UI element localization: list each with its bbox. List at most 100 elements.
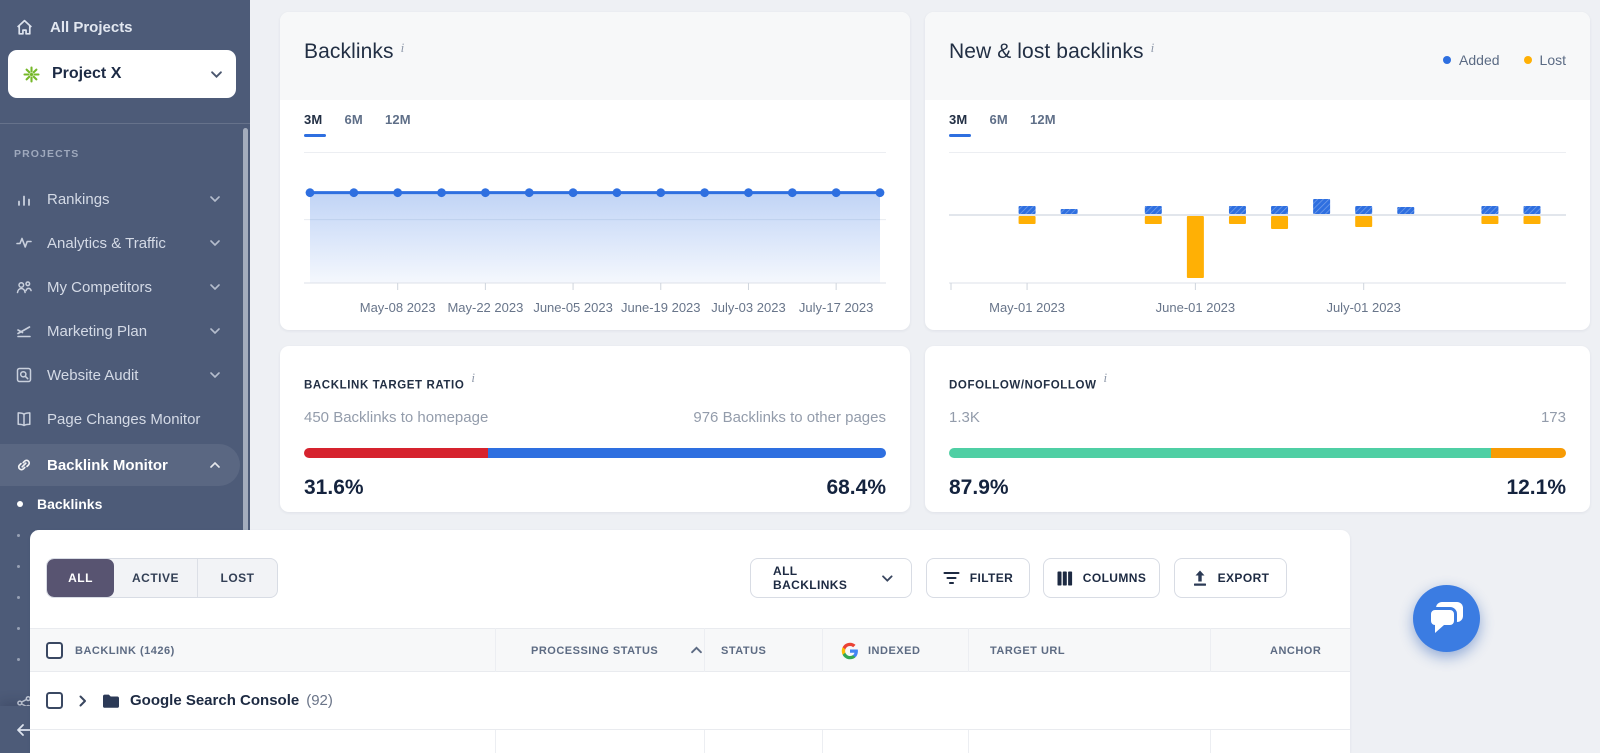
- sort-asc-icon[interactable]: [691, 646, 702, 654]
- segment-lost[interactable]: LOST: [198, 559, 277, 597]
- sidebar-item-marketing-plan[interactable]: Marketing Plan: [0, 310, 240, 352]
- lost-bar: [1481, 216, 1499, 224]
- new-lost-chart[interactable]: May-01 2023 June-01 2023 July-01 2023: [949, 160, 1566, 333]
- row-group-name: Google Search Console: [130, 692, 300, 709]
- bullet-icon: [17, 533, 20, 537]
- table-header: BACKLINK (1426) PROCESSING STATUS STATUS…: [30, 628, 1350, 672]
- added-bar: [1481, 206, 1499, 214]
- data-point: [700, 188, 710, 198]
- dofollow-percent: 87.9%: [949, 476, 1009, 500]
- tab-6m[interactable]: 6M: [344, 112, 362, 137]
- sidebar-item-my-competitors[interactable]: My Competitors: [0, 266, 240, 308]
- new-lost-card-title: New & lost backlinks: [949, 40, 1144, 63]
- dofollow-value: 1.3K: [949, 409, 980, 427]
- added-bar: [1060, 209, 1078, 214]
- project-name: Project X: [52, 65, 122, 82]
- lost-bar: [1228, 216, 1246, 224]
- added-bar: [1018, 206, 1036, 214]
- dofollow-title: DOFOLLOW/NOFOLLOW: [949, 379, 1097, 392]
- expand-chevron-icon[interactable]: [79, 695, 87, 707]
- scope-dropdown[interactable]: ALL BACKLINKS: [750, 558, 912, 598]
- sidebar-subitem-backlinks[interactable]: Backlinks: [0, 489, 240, 519]
- legend-lost[interactable]: Lost: [1523, 52, 1566, 68]
- sidebar-item-analytics-traffic[interactable]: Analytics & Traffic: [0, 222, 240, 264]
- sidebar-item-website-audit[interactable]: Website Audit: [0, 354, 240, 396]
- lost-bar: [1355, 216, 1373, 227]
- info-icon[interactable]: i: [471, 370, 475, 385]
- added-bar: [1144, 206, 1162, 214]
- column-header-processing-status[interactable]: PROCESSING STATUS: [531, 629, 658, 673]
- tick-label: July-03 2023: [711, 300, 785, 315]
- data-point: [393, 188, 403, 198]
- lost-dot-icon: [1523, 56, 1532, 64]
- sidebar-item-rankings[interactable]: Rankings: [0, 178, 240, 220]
- select-all-checkbox[interactable]: [46, 642, 63, 659]
- filter-button[interactable]: FILTER: [926, 558, 1030, 598]
- chevron-down-icon: [882, 574, 893, 582]
- project-selector[interactable]: Project X: [8, 50, 236, 98]
- tab-12m[interactable]: 12M: [1030, 112, 1056, 137]
- column-header-indexed[interactable]: INDEXED: [868, 629, 920, 673]
- homepage-percent: 31.6%: [304, 476, 364, 500]
- backlinks-card: Backlinks i 3M 6M 12M May-08 2023 May-22 2…: [280, 12, 910, 330]
- sidebar-item-page-changes-monitor[interactable]: Page Changes Monitor: [0, 398, 240, 440]
- pulse-icon: [16, 237, 32, 248]
- backlinks-chart[interactable]: May-08 2023 May-22 2023 June-05 2023 June-1…: [304, 160, 886, 333]
- info-icon[interactable]: i: [1104, 370, 1108, 385]
- chat-widget-button[interactable]: [1413, 585, 1480, 652]
- backlinks-table-card: ALL ACTIVE LOST ALL BACKLINKS FILTER COL…: [30, 530, 1350, 753]
- export-button[interactable]: EXPORT: [1174, 558, 1287, 598]
- other-pages-bar-segment: [487, 448, 886, 459]
- sidebar-item-backlink-monitor[interactable]: Backlink Monitor: [0, 444, 240, 486]
- tick-label: June-19 2023: [621, 300, 701, 315]
- dofollow-bar-segment: [949, 448, 1492, 459]
- nofollow-bar-segment: [1491, 448, 1566, 459]
- divider: [304, 152, 886, 153]
- column-header-anchor[interactable]: ANCHOR: [1270, 629, 1321, 673]
- tab-12m[interactable]: 12M: [385, 112, 411, 137]
- project-icon: [23, 65, 40, 83]
- row-checkbox[interactable]: [46, 692, 63, 709]
- data-point: [656, 188, 666, 198]
- tab-6m[interactable]: 6M: [989, 112, 1007, 137]
- other-pages-backlinks-value: 976 Backlinks to other pages: [693, 409, 886, 427]
- segment-all[interactable]: ALL: [47, 559, 114, 597]
- added-bar: [1271, 206, 1289, 214]
- info-icon[interactable]: i: [1151, 40, 1155, 56]
- tab-3m[interactable]: 3M: [304, 112, 327, 137]
- columns-button[interactable]: COLUMNS: [1043, 558, 1160, 598]
- target-ratio-bar: [304, 448, 886, 459]
- tab-3m[interactable]: 3M: [949, 112, 972, 137]
- target-ratio-title: BACKLINK TARGET RATIO: [304, 379, 465, 392]
- columns-icon: [1057, 571, 1072, 585]
- info-icon[interactable]: i: [401, 40, 405, 56]
- chart-legend: Added Lost: [1443, 52, 1566, 68]
- all-projects-link[interactable]: All Projects: [0, 8, 250, 46]
- lost-bar: [1523, 216, 1541, 224]
- new-lost-card: New & lost backlinks i Added Lost 3M 6M 1…: [925, 12, 1590, 330]
- backlinks-card-title: Backlinks: [304, 40, 394, 63]
- bullet-icon: [17, 626, 20, 630]
- divider: [949, 152, 1566, 153]
- tick-label: July-01 2023: [1326, 300, 1400, 315]
- legend-added[interactable]: Added: [1443, 52, 1500, 68]
- segment-active[interactable]: ACTIVE: [114, 559, 198, 597]
- lost-bar: [1186, 216, 1204, 278]
- plan-icon: [17, 326, 31, 338]
- dofollow-bar: [949, 448, 1566, 459]
- table-row[interactable]: Google Search Console (92): [30, 672, 1350, 730]
- column-header-status[interactable]: STATUS: [721, 629, 766, 673]
- row-group-count: (92): [306, 692, 333, 709]
- column-header-backlink[interactable]: BACKLINK (1426): [75, 629, 175, 673]
- tick-label: May-08 2023: [360, 300, 436, 315]
- target-ratio-card: BACKLINK TARGET RATIO i 450 Backlinks to …: [280, 346, 910, 512]
- all-projects-label: All Projects: [50, 18, 133, 36]
- lost-bar: [1144, 216, 1162, 224]
- data-point: [787, 188, 797, 198]
- added-bar: [1523, 206, 1541, 214]
- link-icon: [17, 459, 31, 471]
- backlinks-card-header: Backlinks i: [280, 12, 910, 100]
- home-icon: [17, 19, 32, 35]
- bullet-icon: [17, 657, 20, 661]
- column-header-target-url[interactable]: TARGET URL: [990, 629, 1065, 673]
